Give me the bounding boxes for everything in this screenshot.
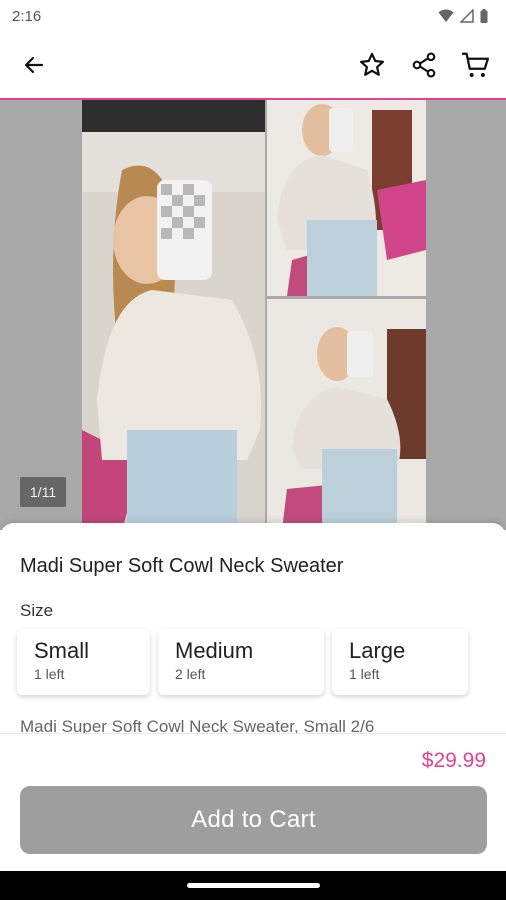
divider (0, 733, 506, 734)
star-outline-icon (359, 52, 385, 76)
product-description: Madi Super Soft Cowl Neck Sweater, Small… (20, 717, 375, 733)
app-bar (0, 32, 506, 98)
cart-button[interactable] (460, 49, 492, 81)
signal-icon (460, 9, 474, 23)
favorite-button[interactable] (356, 49, 388, 81)
image-counter: 1/11 (20, 477, 66, 507)
wifi-icon (438, 9, 454, 22)
size-name: Large (349, 638, 406, 663)
size-name: Small (34, 638, 90, 663)
status-icons (438, 9, 488, 23)
size-stock: 1 left (34, 666, 65, 682)
product-price: $29.99 (421, 749, 486, 772)
product-title: Madi Super Soft Cowl Neck Sweater (20, 555, 344, 577)
product-photo-tertiary[interactable] (267, 299, 426, 530)
size-option-large[interactable]: Large 1 left (332, 629, 468, 695)
back-button[interactable] (18, 49, 50, 81)
size-option-medium[interactable]: Medium 2 left (158, 629, 324, 695)
add-to-cart-button[interactable]: Add to Cart (20, 786, 487, 854)
product-details-sheet: Madi Super Soft Cowl Neck Sweater Size S… (0, 523, 506, 871)
size-label: Size (20, 601, 54, 620)
size-stock: 1 left (349, 666, 380, 682)
product-photo-secondary[interactable] (267, 100, 426, 296)
status-time: 2:16 (12, 7, 42, 25)
size-options: Small 1 left Medium 2 left Large 1 left (17, 629, 468, 695)
size-name: Medium (175, 638, 254, 663)
size-stock: 2 left (175, 666, 206, 682)
size-option-small[interactable]: Small 1 left (17, 629, 150, 695)
status-bar: 2:16 (0, 0, 506, 32)
arrow-left-icon (24, 56, 44, 74)
home-gesture-pill[interactable] (187, 883, 320, 888)
share-icon (412, 52, 436, 78)
product-photo-main[interactable] (82, 100, 265, 530)
cart-icon (461, 52, 489, 77)
battery-icon (480, 9, 488, 23)
system-navigation-bar (0, 871, 506, 900)
share-button[interactable] (408, 49, 440, 81)
product-image-gallery[interactable]: 1/11 (0, 100, 506, 530)
